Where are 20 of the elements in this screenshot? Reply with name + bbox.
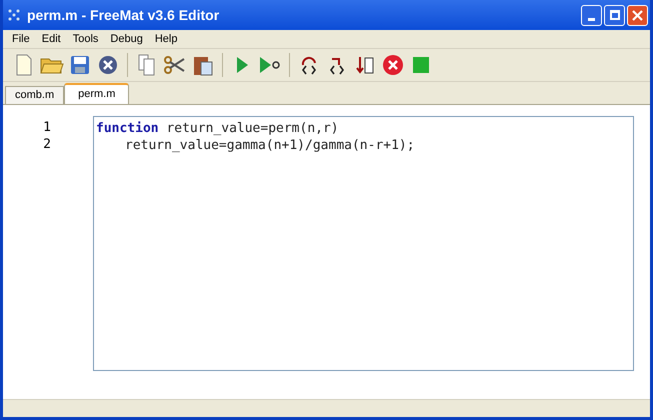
menu-item[interactable]: Help — [150, 30, 182, 48]
stop-icon[interactable] — [380, 52, 406, 78]
close-button[interactable] — [627, 4, 648, 26]
app-icon — [7, 8, 21, 22]
line-number: 2 — [43, 136, 51, 153]
code-text: return_value=gamma(n+1)/gamma(n-r+1); — [125, 138, 415, 153]
code-keyword: function — [96, 121, 159, 136]
line-number: 1 — [43, 119, 51, 136]
menu-item[interactable]: Tools — [68, 30, 104, 48]
maximize-button[interactable] — [604, 4, 625, 26]
minimize-button[interactable] — [581, 4, 602, 26]
file-tab[interactable]: perm.m — [64, 83, 130, 104]
menu-item[interactable]: Edit — [36, 30, 66, 48]
code-area[interactable]: function return_value=perm(n,r) return_value=gamma(n+1)/gamma(n-r+1); — [93, 116, 634, 371]
menu-item[interactable]: File — [7, 30, 35, 48]
file-tab[interactable]: comb.m — [5, 86, 64, 104]
close-icon — [632, 10, 643, 20]
window-title: perm.m - FreeMat v3.6 Editor — [27, 6, 220, 25]
code-text: return_value=perm(n,r) — [165, 121, 339, 136]
menu-item[interactable]: Debug — [105, 30, 148, 48]
